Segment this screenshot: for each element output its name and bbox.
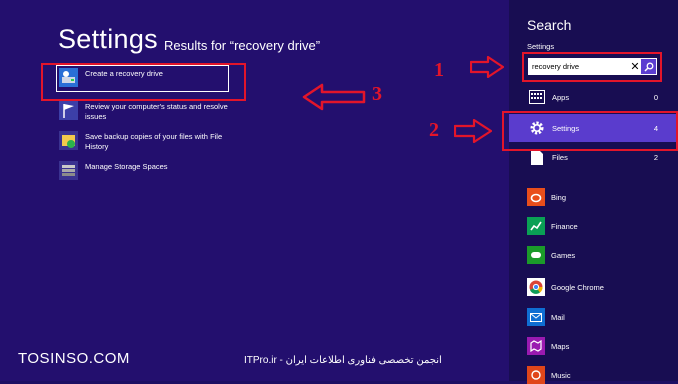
app-label: Bing <box>551 192 567 202</box>
app-games[interactable]: Games <box>527 246 575 264</box>
app-google-chrome[interactable]: Google Chrome <box>527 278 604 296</box>
category-label: Apps <box>552 92 570 102</box>
annotation-box-result <box>41 63 246 101</box>
file-history-icon <box>58 130 79 151</box>
app-bing[interactable]: Bing <box>527 188 566 206</box>
result-label: Manage Storage Spaces <box>85 162 168 171</box>
finance-icon <box>527 217 545 235</box>
app-label: Maps <box>551 341 570 351</box>
step-number-3: 3 <box>372 83 382 105</box>
result-file-history[interactable]: Save backup copies of your files with Fi… <box>58 130 235 152</box>
search-scope: Settings <box>527 42 555 51</box>
chrome-icon <box>527 278 545 296</box>
arrow-right-icon <box>454 119 492 143</box>
app-label: Finance <box>551 221 578 231</box>
app-label: Music <box>551 370 571 380</box>
results-subtitle: Results for “recovery drive” <box>164 38 321 53</box>
arrow-left-icon <box>302 83 366 111</box>
step-number-2: 2 <box>429 119 439 141</box>
mail-icon <box>527 308 545 326</box>
watermark-tosinso: TOSINSO.COM <box>18 350 130 367</box>
search-title: Search <box>527 17 572 33</box>
category-label: Files <box>552 152 568 162</box>
app-label: Mail <box>551 312 565 322</box>
bing-icon <box>527 188 545 206</box>
arrow-right-icon <box>470 56 504 78</box>
result-label: Review your computer's status and resolv… <box>85 102 228 121</box>
action-center-flag-icon <box>58 100 79 121</box>
app-label: Google Chrome <box>551 282 604 292</box>
annotation-box-settings <box>502 111 678 151</box>
app-music[interactable]: Music <box>527 366 571 384</box>
app-label: Games <box>551 250 576 260</box>
app-finance[interactable]: Finance <box>527 217 578 235</box>
category-count: 2 <box>653 152 658 162</box>
app-maps[interactable]: Maps <box>527 337 569 355</box>
games-icon <box>527 246 545 264</box>
category-count: 0 <box>653 92 658 102</box>
page-title: Settings <box>58 24 158 54</box>
result-label: Save backup copies of your files with Fi… <box>85 132 223 151</box>
category-apps[interactable]: Apps 0 <box>509 83 678 111</box>
step-number-1: 1 <box>434 59 444 81</box>
result-review-status[interactable]: Review your computer's status and resolv… <box>58 100 235 122</box>
storage-spaces-icon <box>58 160 79 181</box>
result-storage-spaces[interactable]: Manage Storage Spaces <box>58 160 235 181</box>
app-mail[interactable]: Mail <box>527 308 565 326</box>
apps-icon <box>527 87 547 107</box>
watermark-itpro: ITPro.ir - انجمن تخصصی فناوری اطلاعات ای… <box>244 355 442 366</box>
music-icon <box>527 366 545 384</box>
maps-icon <box>527 337 545 355</box>
annotation-box-search <box>522 52 662 82</box>
results-pane <box>0 0 509 381</box>
